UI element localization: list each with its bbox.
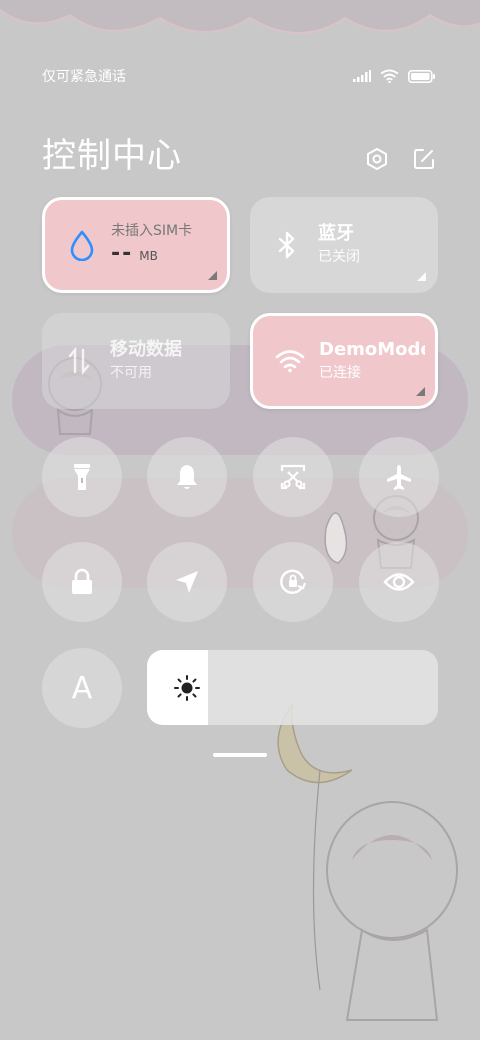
location-icon <box>176 571 198 593</box>
airplane-toggle[interactable] <box>359 437 439 517</box>
sun-icon <box>174 674 200 701</box>
data-usage-tile[interactable]: 未插入SIM卡 -- MB <box>42 197 230 293</box>
mobile-data-status: 不可用 <box>110 365 152 381</box>
screenshot-toggle[interactable] <box>253 437 333 517</box>
drop-icon <box>67 230 97 261</box>
lock-screen-toggle[interactable] <box>42 542 122 622</box>
screenshot-icon <box>280 464 306 490</box>
mobile-data-icon <box>64 346 94 376</box>
mobile-data-tile[interactable]: 移动数据 不可用 <box>42 313 230 409</box>
airplane-icon <box>387 465 411 490</box>
cloud-decoration <box>0 0 480 34</box>
lock-icon <box>72 568 92 594</box>
moon-astronaut-illustration <box>277 702 458 1021</box>
mobile-data-title: 移动数据 <box>110 339 182 360</box>
wifi-network-name: DemoMode <box>319 339 425 360</box>
data-tile-title: 未插入SIM卡 <box>111 223 193 239</box>
signal-icon <box>353 70 371 82</box>
silent-toggle[interactable] <box>147 437 227 517</box>
reading-mode-toggle[interactable] <box>359 542 439 622</box>
wifi-status: 已连接 <box>319 365 361 381</box>
auto-brightness-button[interactable]: A <box>42 648 122 728</box>
battery-icon <box>408 69 435 83</box>
bluetooth-tile[interactable]: 蓝牙 已关闭 <box>250 197 438 293</box>
bluetooth-icon <box>272 230 302 260</box>
flashlight-toggle[interactable] <box>42 437 122 517</box>
bluetooth-status: 已关闭 <box>318 249 360 265</box>
wifi-tile[interactable]: DemoMode 已连接 <box>250 313 438 409</box>
home-indicator[interactable] <box>213 753 267 757</box>
flashlight-icon <box>74 464 90 490</box>
data-usage-value: -- <box>111 241 134 266</box>
edit-icon <box>414 149 434 169</box>
location-toggle[interactable] <box>147 542 227 622</box>
status-bar: 仅可紧急通话 <box>42 64 436 88</box>
rotation-lock-toggle[interactable] <box>253 542 333 622</box>
expand-corner-icon <box>416 387 425 396</box>
bell-icon <box>177 465 197 489</box>
bluetooth-title: 蓝牙 <box>318 223 354 244</box>
rotation-lock-icon <box>280 569 307 594</box>
carrier-text: 仅可紧急通话 <box>42 69 126 85</box>
gear-icon <box>367 148 387 170</box>
edit-button[interactable] <box>411 146 437 172</box>
expand-corner-icon <box>417 272 426 281</box>
page-title: 控制中心 <box>42 136 182 176</box>
wifi-icon <box>275 346 305 376</box>
brightness-slider[interactable] <box>147 650 438 725</box>
wifi-status-icon <box>380 69 399 83</box>
expand-corner-icon <box>208 271 217 280</box>
settings-button[interactable] <box>364 146 390 172</box>
data-usage-unit: MB <box>139 249 158 263</box>
auto-brightness-label: A <box>71 670 93 706</box>
eye-icon <box>383 573 415 591</box>
